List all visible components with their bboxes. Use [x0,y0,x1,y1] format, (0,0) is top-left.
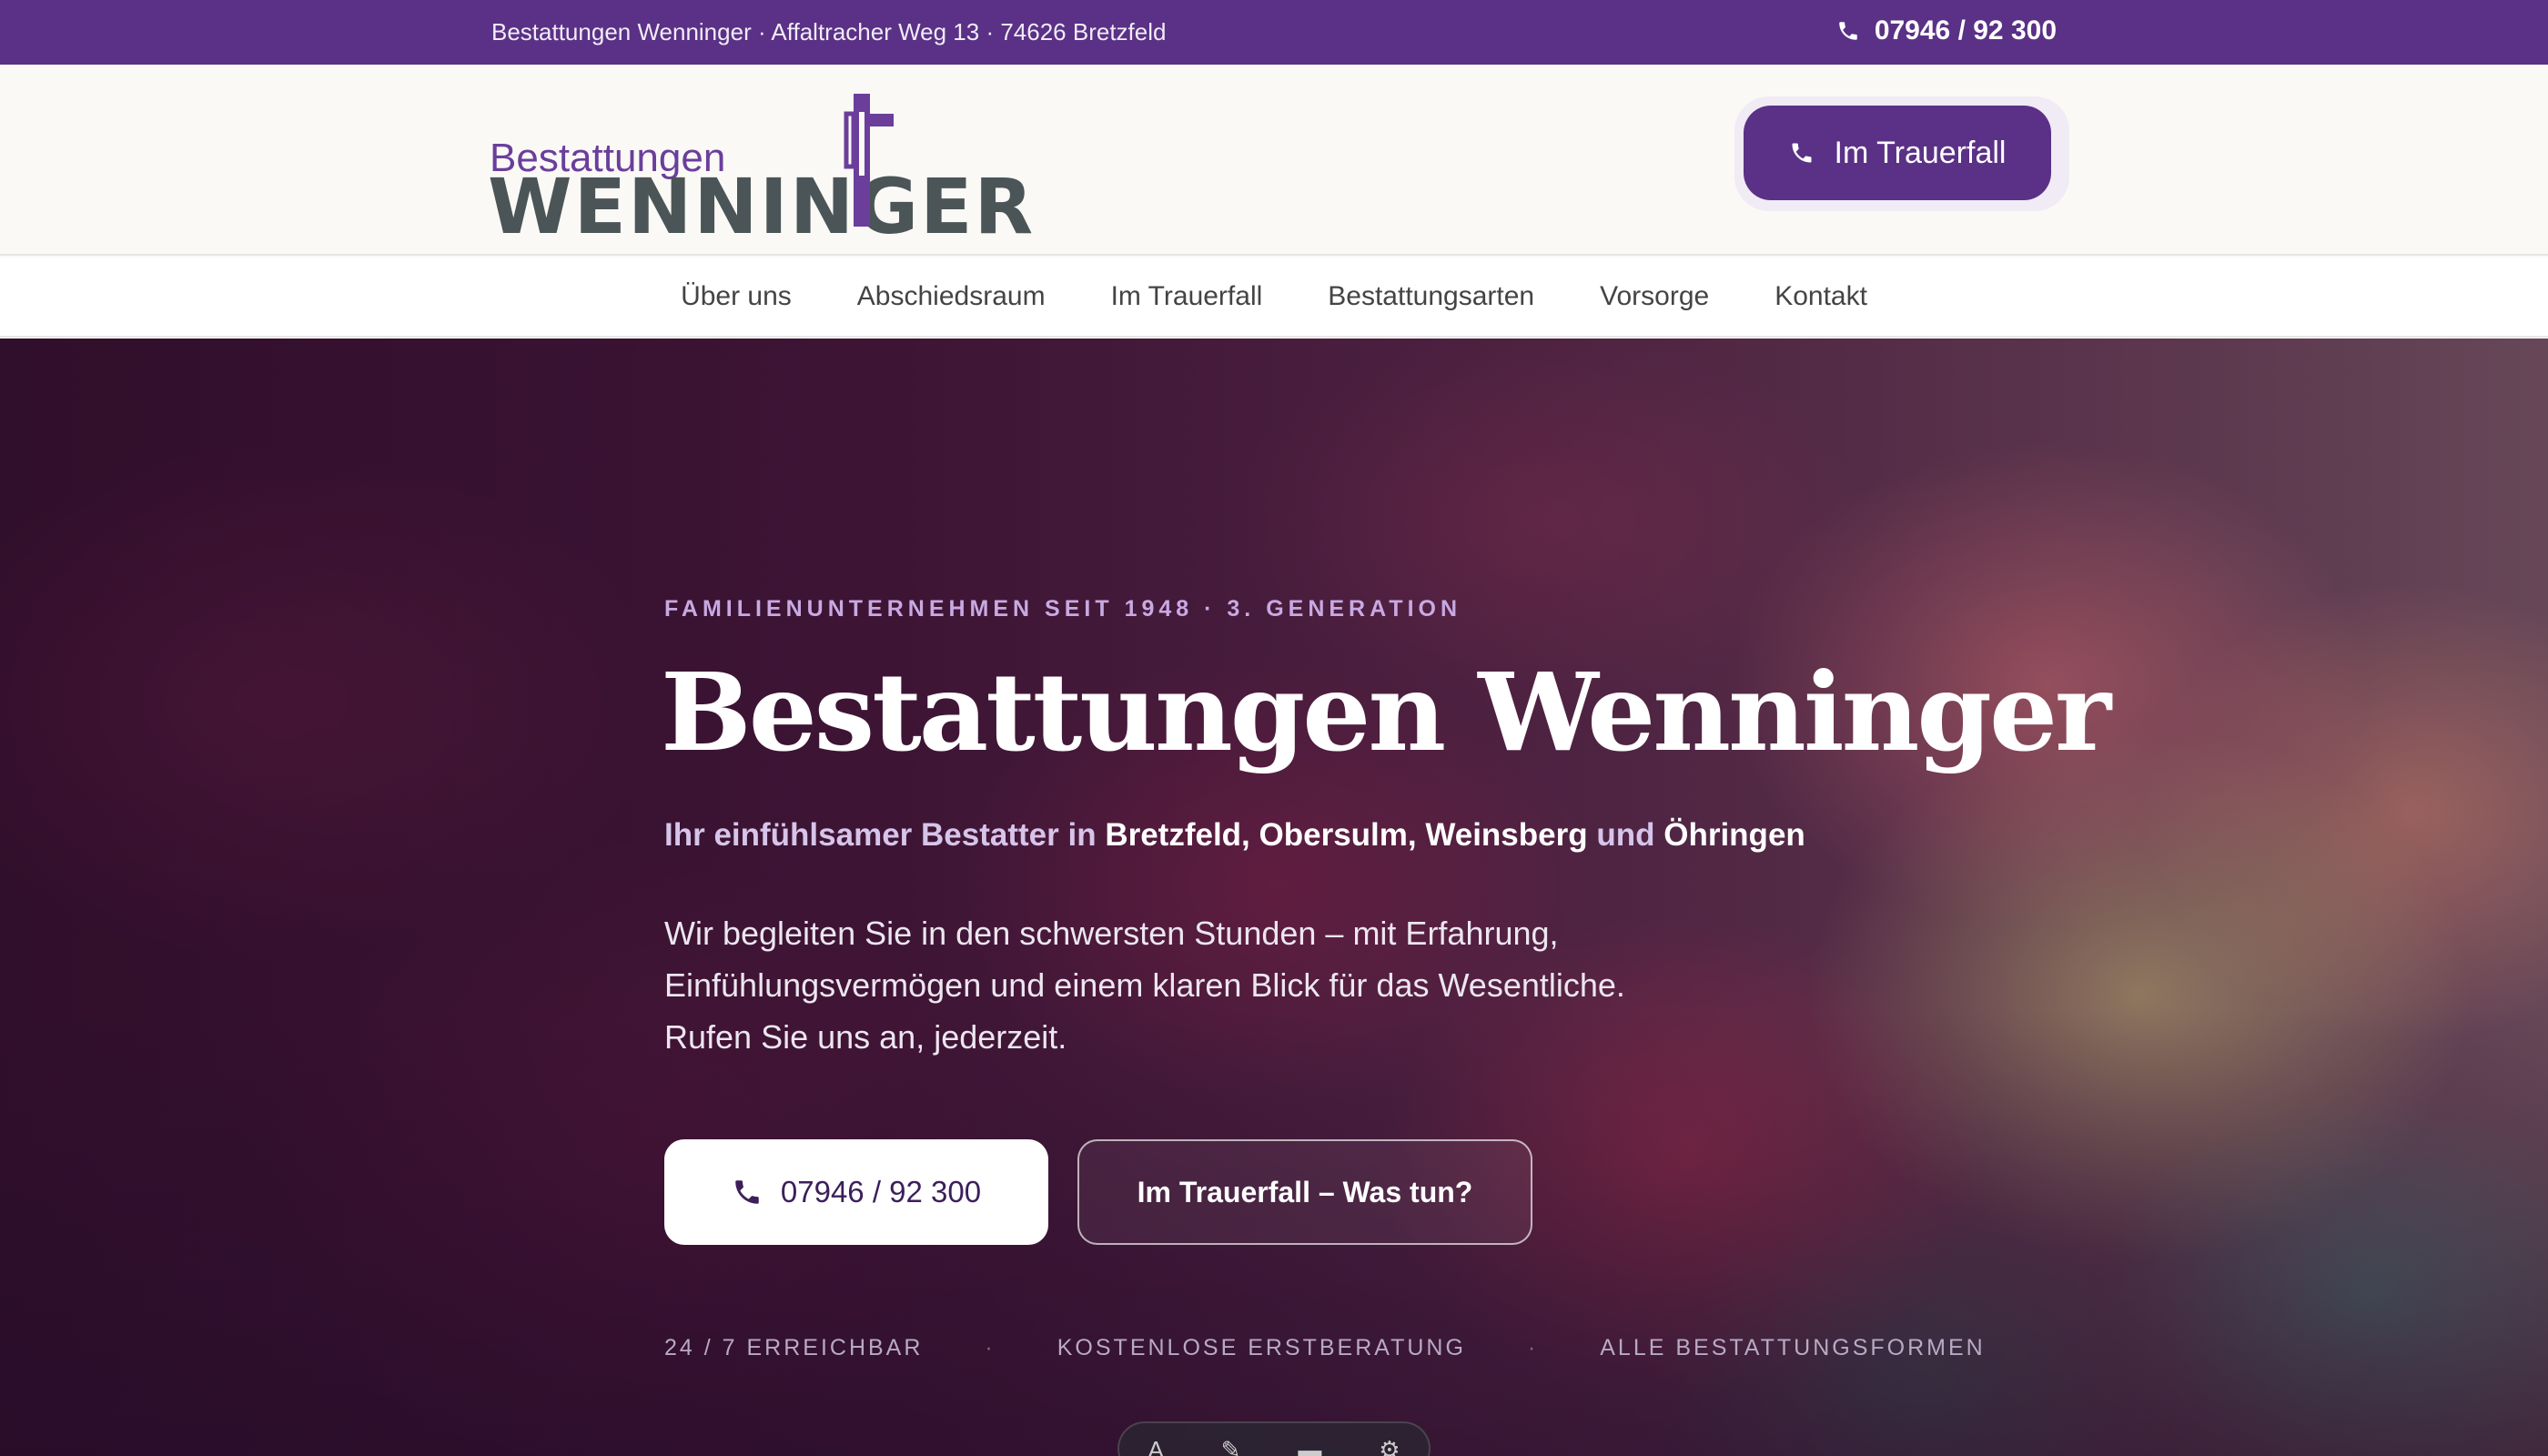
site-header: Bestattungen WENNINGER Im Trauerfall [0,65,2548,256]
description-line: Einfühlungsvermögen und einem klaren Bli… [664,966,1625,1004]
hero-title: Bestattungen Wenninger [661,649,2111,775]
cta-halo: Im Trauerfall [1734,96,2069,211]
phone-icon [1839,22,1857,40]
settings-icon[interactable]: ⚙ [1379,1436,1400,1456]
address-text: Bestattungen Wenninger · Affaltracher We… [491,18,1167,46]
nav-item-im-trauerfall[interactable]: Im Trauerfall [1111,281,1263,312]
phone-icon [735,1180,759,1204]
hero-content: FAMILIENUNTERNEHMEN SEIT 1948 · 3. GENER… [661,339,2111,1456]
font-size-icon[interactable]: A [1148,1436,1163,1456]
hero-section: FAMILIENUNTERNEHMEN SEIT 1948 · 3. GENER… [0,339,2548,1456]
logo-main-text: WENNINGER [488,162,1036,251]
feature-item: ALLE BESTATTUNGSFORMEN [1600,1335,1986,1360]
nav-item-bestattungsarten[interactable]: Bestattungsarten [1328,281,1534,312]
hero-eyebrow: FAMILIENUNTERNEHMEN SEIT 1948 · 3. GENER… [664,596,1462,622]
hero-phone-button[interactable]: 07946 / 92 300 [664,1139,1048,1245]
subtitle-and: und [1596,817,1655,853]
feature-item: KOSTENLOSE ERSTBERATUNG [1057,1335,1466,1360]
feature-item: 24 / 7 ERREICHBAR [664,1335,924,1360]
subtitle-places: Bretzfeld, Obersulm, Weinsberg [1105,817,1588,853]
separator-dot: · [985,1335,996,1360]
cross-logo-icon [844,94,894,227]
hero-description: Wir begleiten Sie in den schwersten Stun… [664,907,1938,1063]
im-trauerfall-header-button[interactable]: Im Trauerfall [1744,106,2051,200]
im-trauerfall-was-tun-button[interactable]: Im Trauerfall – Was tun? [1077,1139,1532,1245]
subtitle-last-place: Öhringen [1663,817,1805,853]
nav-item-vorsorge[interactable]: Vorsorge [1600,281,1709,312]
contrast-icon[interactable]: ▬ [1298,1436,1321,1456]
separator-dot: · [1527,1335,1539,1360]
animation-icon[interactable]: ✎ [1221,1436,1241,1456]
subtitle-prefix: Ihr einfühlsamer Bestatter in [664,817,1097,853]
nav-item-ueber-uns[interactable]: Über uns [681,281,792,312]
top-info-bar: Bestattungen Wenninger · Affaltracher We… [0,0,2548,65]
description-line: Rufen Sie uns an, jederzeit. [664,1018,1067,1056]
description-line: Wir begleiten Sie in den schwersten Stun… [664,915,1559,952]
phone-icon [1792,143,1812,163]
accessibility-toolbar[interactable]: A ✎ ▬ ⚙ [1117,1421,1431,1456]
nav-item-abschiedsraum[interactable]: Abschiedsraum [857,281,1046,312]
main-navigation: Über uns Abschiedsraum Im Trauerfall Bes… [0,258,2548,338]
site-logo[interactable]: Bestattungen WENNINGER [488,85,1033,245]
feature-list: 24 / 7 ERREICHBAR · KOSTENLOSE ERSTBERAT… [664,1335,1986,1361]
cta-label: Im Trauerfall [1834,135,2007,170]
nav-item-kontakt[interactable]: Kontakt [1774,281,1867,312]
topbar-phone-number: 07946 / 92 300 [1874,15,2057,46]
hero-subtitle: Ihr einfühlsamer Bestatter in Bretzfeld,… [664,817,1805,854]
hero-phone-label: 07946 / 92 300 [780,1175,982,1208]
topbar-phone-link[interactable]: 07946 / 92 300 [1836,15,2057,46]
